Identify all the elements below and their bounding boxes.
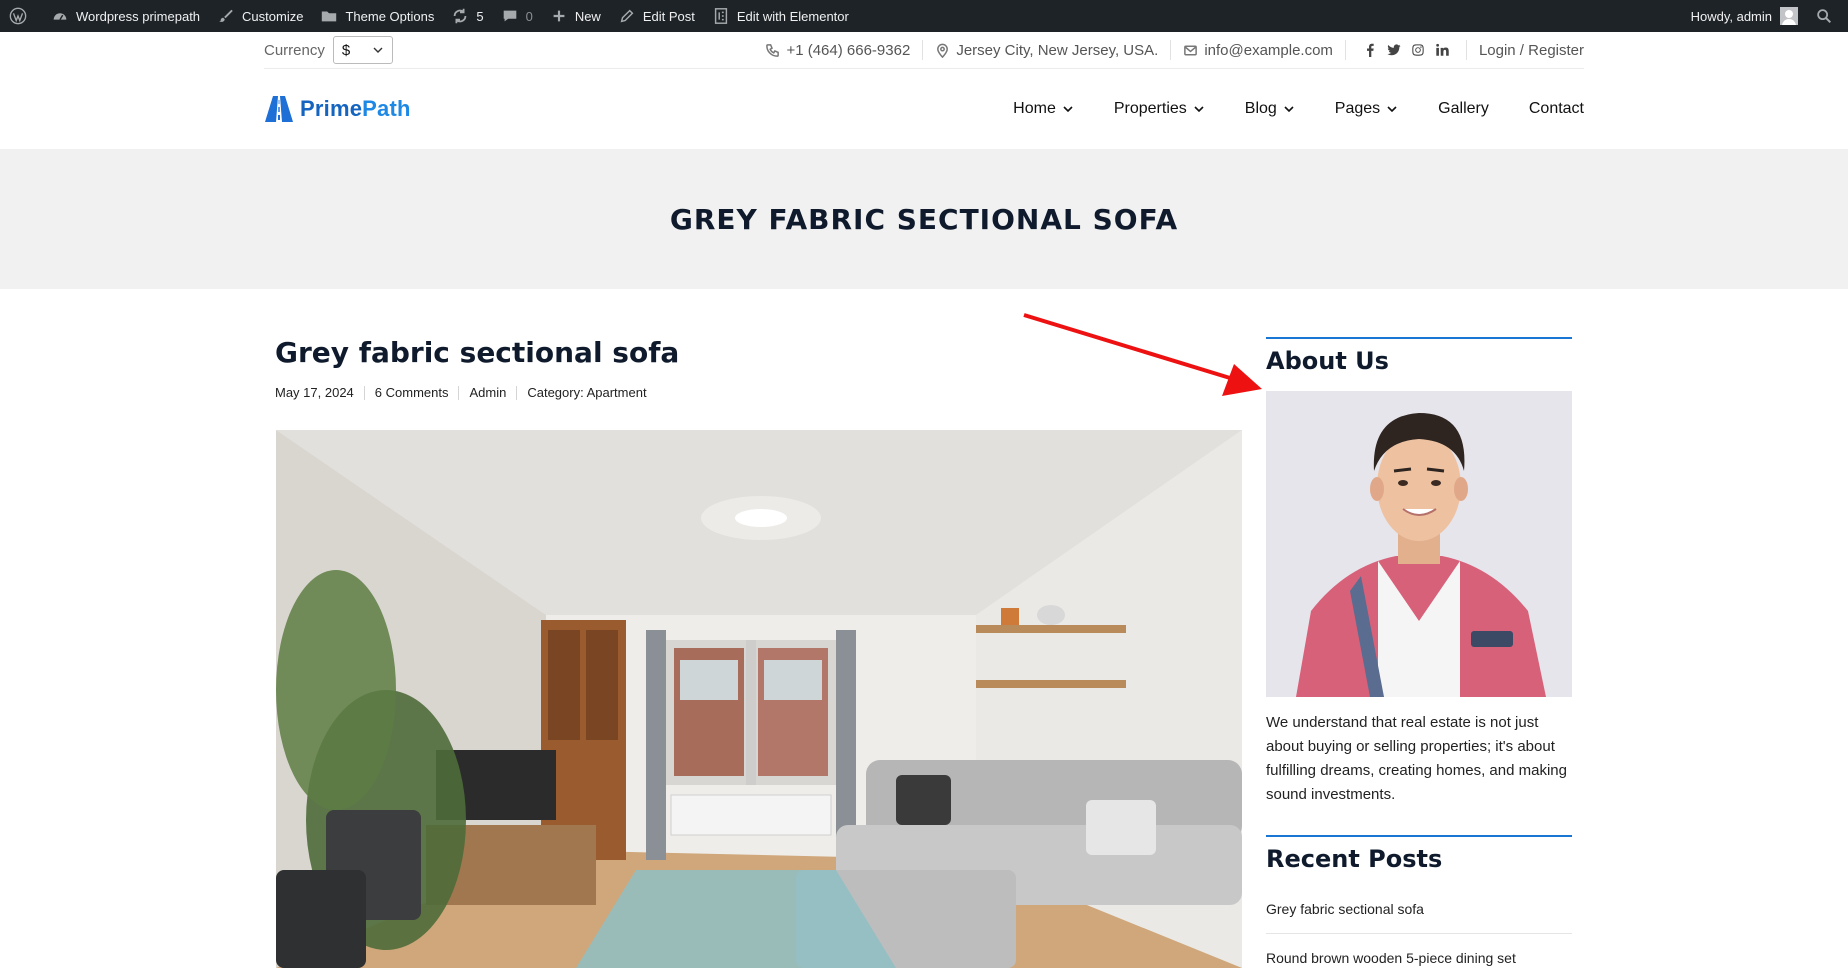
logo-road-icon bbox=[265, 96, 293, 122]
folder-icon bbox=[319, 6, 339, 26]
paintbrush-icon bbox=[216, 6, 236, 26]
currency-value: $ bbox=[341, 41, 351, 59]
admin-edit-post-label: Edit Post bbox=[642, 8, 695, 24]
envelope-icon bbox=[1184, 45, 1198, 55]
twitter-icon[interactable] bbox=[1387, 43, 1401, 57]
nav-item-blog[interactable]: Blog bbox=[1245, 100, 1295, 118]
pencil-icon bbox=[617, 6, 637, 26]
nav-label: Contact bbox=[1528, 100, 1584, 117]
admin-theme-options-label: Theme Options bbox=[345, 8, 435, 24]
chevron-down-icon bbox=[373, 47, 383, 53]
site-logo[interactable]: PrimePath bbox=[264, 94, 411, 124]
nav-label: Home bbox=[1013, 100, 1056, 117]
nav-item-gallery[interactable]: Gallery bbox=[1438, 100, 1489, 118]
about-us-text: We understand that real estate is not ju… bbox=[1266, 714, 1567, 803]
elementor-icon bbox=[711, 6, 731, 26]
location-pin-icon bbox=[937, 43, 949, 58]
wordpress-icon bbox=[8, 6, 28, 26]
admin-comments-count: 0 bbox=[525, 8, 533, 24]
admin-edit-elementor[interactable]: Edit with Elementor bbox=[703, 0, 857, 32]
logo-text-path: Path bbox=[362, 96, 411, 121]
updates-icon bbox=[450, 6, 470, 26]
admin-customize-label: Customize bbox=[242, 8, 304, 24]
admin-edit-elementor-label: Edit with Elementor bbox=[736, 8, 849, 24]
facebook-icon[interactable] bbox=[1363, 43, 1377, 57]
post-title: Grey fabric sectional sofa bbox=[275, 336, 680, 369]
nav-label: Gallery bbox=[1438, 100, 1489, 117]
nav-label: Blog bbox=[1244, 100, 1277, 117]
currency-label: Currency bbox=[264, 41, 325, 59]
nav-item-pages[interactable]: Pages bbox=[1335, 100, 1398, 118]
chevron-down-icon bbox=[1063, 106, 1073, 113]
admin-customize[interactable]: Customize bbox=[208, 0, 311, 32]
admin-comments[interactable]: 0 bbox=[492, 0, 541, 32]
recent-posts-title: Recent Posts bbox=[1266, 835, 1572, 873]
email-contact[interactable]: info@example.com bbox=[1171, 40, 1346, 60]
admin-edit-post[interactable]: Edit Post bbox=[609, 0, 703, 32]
plus-icon bbox=[549, 6, 569, 26]
featured-image bbox=[276, 430, 1242, 968]
recent-post-link[interactable]: Grey fabric sectional sofa bbox=[1266, 893, 1572, 934]
admin-site-name[interactable]: Wordpress primepath bbox=[42, 0, 208, 32]
instagram-icon[interactable] bbox=[1411, 43, 1425, 57]
post-category[interactable]: Category: Apartment bbox=[517, 386, 656, 400]
phone-number: +1 (464) 666-9362 bbox=[786, 41, 911, 59]
dashboard-icon bbox=[50, 6, 70, 26]
nav-item-properties[interactable]: Properties bbox=[1114, 100, 1205, 118]
search-icon bbox=[1814, 6, 1834, 26]
address-contact: Jersey City, New Jersey, USA. bbox=[923, 40, 1172, 60]
post-author[interactable]: Admin bbox=[459, 386, 518, 400]
about-us-title: About Us bbox=[1266, 337, 1572, 375]
wp-admin-bar: Wordpress primepath Customize Theme Opti… bbox=[0, 0, 1848, 32]
social-links bbox=[1346, 40, 1467, 60]
address-text: Jersey City, New Jersey, USA. bbox=[956, 41, 1159, 59]
banner-title: GREY FABRIC SECTIONAL SOFA bbox=[669, 202, 1179, 236]
admin-howdy: Howdy, admin bbox=[1690, 8, 1772, 24]
nav-item-contact[interactable]: Contact bbox=[1529, 100, 1584, 118]
chevron-down-icon bbox=[1387, 106, 1397, 113]
nav-label: Properties bbox=[1113, 100, 1187, 117]
admin-new-label: New bbox=[574, 8, 601, 24]
currency-select[interactable]: $ bbox=[332, 36, 393, 64]
page-banner: GREY FABRIC SECTIONAL SOFA bbox=[0, 149, 1848, 289]
admin-new[interactable]: New bbox=[541, 0, 609, 32]
admin-search[interactable] bbox=[1806, 0, 1848, 32]
post-comments[interactable]: 6 Comments bbox=[365, 386, 460, 400]
logo-text: PrimePath bbox=[300, 96, 411, 122]
sidebar: About Us We understand that real estate … bbox=[1266, 337, 1572, 968]
wp-logo-menu[interactable] bbox=[0, 0, 42, 32]
phone-icon bbox=[766, 43, 780, 57]
post-meta: May 17, 2024 6 Comments Admin Category: … bbox=[275, 386, 657, 400]
nav-label: Pages bbox=[1334, 100, 1381, 117]
email-text: info@example.com bbox=[1204, 41, 1333, 59]
top-info-bar: Currency $ +1 (464) 666-9362 Jersey City… bbox=[264, 32, 1584, 69]
about-us-photo bbox=[1266, 391, 1572, 697]
admin-updates-count: 5 bbox=[476, 8, 484, 24]
nav-item-home[interactable]: Home bbox=[1013, 100, 1074, 118]
admin-site-name-label: Wordpress primepath bbox=[76, 8, 201, 24]
admin-updates[interactable]: 5 bbox=[442, 0, 491, 32]
main-nav: Home Properties Blog Pages Gallery Conta… bbox=[973, 100, 1584, 118]
site-header: PrimePath Home Properties Blog Pages Gal… bbox=[264, 70, 1584, 148]
admin-theme-options[interactable]: Theme Options bbox=[311, 0, 442, 32]
post-date[interactable]: May 17, 2024 bbox=[275, 386, 365, 400]
phone-contact[interactable]: +1 (464) 666-9362 bbox=[753, 40, 924, 60]
recent-post-link[interactable]: Round brown wooden 5-piece dining set bbox=[1266, 934, 1572, 968]
admin-account[interactable]: Howdy, admin bbox=[1683, 0, 1806, 32]
chevron-down-icon bbox=[1194, 106, 1204, 113]
logo-text-prime: Prime bbox=[300, 96, 363, 121]
chevron-down-icon bbox=[1284, 106, 1294, 113]
comment-icon bbox=[500, 6, 520, 26]
linkedin-icon[interactable] bbox=[1435, 43, 1449, 57]
recent-posts-list: Grey fabric sectional sofa Round brown w… bbox=[1266, 893, 1572, 968]
avatar bbox=[1780, 7, 1798, 25]
login-register-link[interactable]: Login / Register bbox=[1467, 42, 1584, 59]
